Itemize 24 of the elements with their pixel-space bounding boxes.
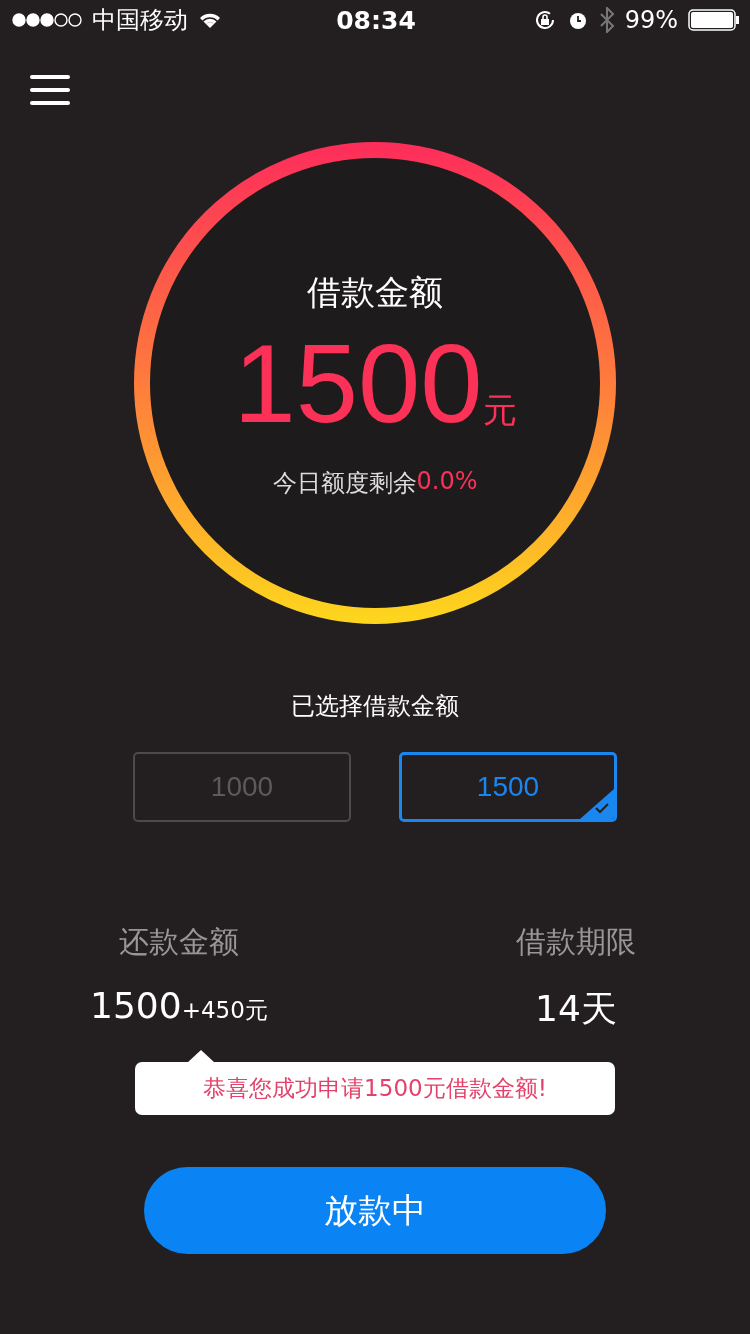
interest-amount: +450元	[181, 996, 268, 1025]
summary-label: 还款金额	[118, 923, 239, 961]
ring-title: 借款金额	[307, 271, 443, 314]
bluetooth-icon	[598, 7, 615, 33]
check-corner-icon	[580, 789, 614, 819]
carrier-name: 中国移动	[92, 5, 188, 36]
signal-icon	[12, 12, 82, 28]
summary-value: 1500	[90, 985, 182, 1026]
remaining-value: 0.0%	[416, 467, 478, 498]
loan-amount: 1500	[233, 322, 483, 446]
summary-label: 借款期限	[516, 923, 636, 961]
remaining-label: 今日额度剩余	[272, 468, 417, 500]
tooltip-pointer-icon	[187, 1050, 215, 1063]
status-time: 08:34	[336, 5, 416, 35]
selection-title: 已选择借款金额	[290, 691, 460, 722]
disbursing-button[interactable]: 放款中	[144, 1167, 606, 1254]
wifi-icon	[198, 11, 222, 29]
amount-unit: 元	[482, 389, 517, 432]
menu-icon[interactable]	[30, 75, 70, 105]
summary-value: 14天	[535, 987, 617, 1031]
battery-icon	[688, 9, 740, 31]
battery-percent: 99%	[624, 6, 678, 34]
amount-option[interactable]: 1000	[133, 752, 351, 822]
amount-option[interactable]: 1500	[399, 752, 617, 822]
